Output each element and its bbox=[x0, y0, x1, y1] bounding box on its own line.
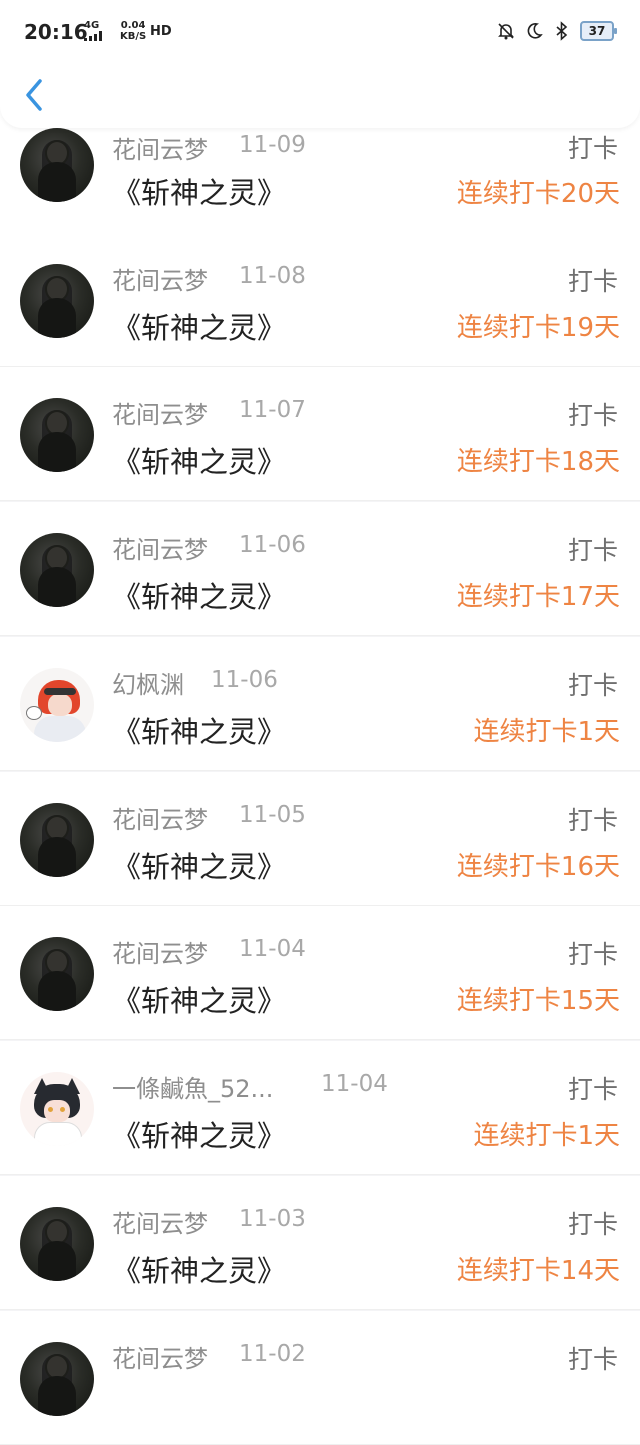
user-name[interactable]: 花间云梦 bbox=[112, 1339, 208, 1374]
speed-unit: KB/S bbox=[120, 31, 147, 42]
avatar[interactable] bbox=[20, 1342, 94, 1416]
book-title[interactable]: 《斩神之灵》 bbox=[112, 1113, 286, 1155]
streak-text: 连续打卡16天 bbox=[456, 852, 620, 882]
streak-text: 连续打卡1天 bbox=[473, 1121, 620, 1151]
post-date: 11-07 bbox=[239, 397, 306, 423]
user-name[interactable]: 花间云梦 bbox=[112, 261, 208, 296]
post-date: 11-04 bbox=[321, 1071, 388, 1097]
book-title[interactable]: 《斩神之灵》 bbox=[112, 574, 286, 616]
speed-value: 0.04 bbox=[120, 20, 146, 31]
post-type: 打卡 bbox=[567, 1210, 618, 1239]
post-date: 11-03 bbox=[239, 1206, 306, 1232]
post-type: 打卡 bbox=[567, 536, 618, 565]
book-title[interactable]: 《斩神之灵》 bbox=[112, 978, 286, 1020]
hd-indicator: HD bbox=[150, 24, 172, 39]
user-name[interactable]: 花间云梦 bbox=[112, 934, 208, 969]
book-title[interactable]: 《斩神之灵》 bbox=[112, 844, 286, 886]
post-type: 打卡 bbox=[567, 671, 618, 700]
streak-text: 连续打卡15天 bbox=[456, 986, 620, 1016]
streak-text: 连续打卡17天 bbox=[456, 582, 620, 612]
post-type: 打卡 bbox=[567, 1345, 618, 1374]
list-item[interactable]: 花间云梦 11-06 打卡 《斩神之灵》 连续打卡17天 bbox=[0, 502, 640, 636]
post-date: 11-02 bbox=[239, 1341, 306, 1367]
book-title[interactable]: 《斩神之灵》 bbox=[112, 709, 286, 751]
list-item[interactable]: 花间云梦 11-03 打卡 《斩神之灵》 连续打卡14天 bbox=[0, 1176, 640, 1310]
list-item[interactable]: 花间云梦 11-02 打卡 bbox=[0, 1311, 640, 1445]
post-type: 打卡 bbox=[567, 134, 618, 163]
post-date: 11-08 bbox=[239, 263, 306, 289]
post-date: 11-06 bbox=[211, 667, 278, 693]
user-name[interactable]: 花间云梦 bbox=[112, 1204, 208, 1239]
avatar[interactable] bbox=[20, 1207, 94, 1281]
post-type: 打卡 bbox=[567, 267, 618, 296]
avatar[interactable] bbox=[20, 533, 94, 607]
list-item[interactable]: 花间云梦 11-04 打卡 《斩神之灵》 连续打卡15天 bbox=[0, 906, 640, 1040]
list-item[interactable]: 幻枫渊 11-06 打卡 《斩神之灵》 连续打卡1天 bbox=[0, 637, 640, 771]
mute-bell-icon bbox=[498, 23, 514, 40]
chevron-left-icon bbox=[26, 79, 42, 111]
checkin-list: 花间云梦 11-09 打卡 《斩神之灵》 连续打卡20天 花间云梦 11-08 … bbox=[0, 0, 640, 1445]
list-item[interactable]: 花间云梦 11-07 打卡 《斩神之灵》 连续打卡18天 bbox=[0, 367, 640, 501]
battery-icon: 37 bbox=[580, 21, 617, 41]
post-date: 11-06 bbox=[239, 532, 306, 558]
streak-text: 连续打卡18天 bbox=[456, 447, 620, 477]
book-title[interactable]: 《斩神之灵》 bbox=[112, 1248, 286, 1290]
avatar[interactable] bbox=[20, 803, 94, 877]
avatar[interactable] bbox=[20, 128, 94, 202]
book-title[interactable]: 《斩神之灵》 bbox=[112, 170, 286, 212]
list-item[interactable]: 花间云梦 11-05 打卡 《斩神之灵》 连续打卡16天 bbox=[0, 772, 640, 906]
post-type: 打卡 bbox=[567, 806, 618, 835]
moon-icon bbox=[527, 23, 543, 39]
list-item[interactable]: 一條鹹魚_52... 11-04 打卡 《斩神之灵》 连续打卡1天 bbox=[0, 1041, 640, 1175]
user-name[interactable]: 花间云梦 bbox=[112, 395, 208, 430]
status-bar: 20:16 4G 0.04 KB/S HD 37 bbox=[0, 0, 640, 62]
avatar[interactable] bbox=[20, 398, 94, 472]
back-button[interactable] bbox=[18, 76, 52, 114]
post-type: 打卡 bbox=[567, 401, 618, 430]
network-speed: 0.04 KB/S bbox=[120, 20, 146, 42]
user-name[interactable]: 花间云梦 bbox=[112, 130, 208, 165]
post-date: 11-09 bbox=[239, 132, 306, 158]
user-name[interactable]: 一條鹹魚_52... bbox=[112, 1069, 273, 1104]
status-time: 20:16 bbox=[24, 20, 88, 44]
user-name[interactable]: 花间云梦 bbox=[112, 530, 208, 565]
streak-text: 连续打卡14天 bbox=[456, 1256, 620, 1286]
bluetooth-icon bbox=[556, 21, 568, 41]
post-type: 打卡 bbox=[567, 1075, 618, 1104]
user-name[interactable]: 幻枫渊 bbox=[112, 665, 184, 700]
avatar[interactable] bbox=[20, 264, 94, 338]
network-indicator: 4G bbox=[84, 20, 104, 41]
post-date: 11-04 bbox=[239, 936, 306, 962]
network-type: 4G bbox=[84, 20, 100, 31]
streak-text: 连续打卡1天 bbox=[473, 717, 620, 747]
post-date: 11-05 bbox=[239, 802, 306, 828]
user-name[interactable]: 花间云梦 bbox=[112, 800, 208, 835]
list-item[interactable]: 花间云梦 11-08 打卡 《斩神之灵》 连续打卡19天 bbox=[0, 233, 640, 367]
status-icons: 37 bbox=[496, 21, 617, 41]
avatar[interactable] bbox=[20, 937, 94, 1011]
streak-text: 连续打卡20天 bbox=[456, 179, 620, 209]
avatar[interactable] bbox=[20, 1072, 94, 1146]
signal-icon bbox=[84, 31, 102, 41]
streak-text: 连续打卡19天 bbox=[456, 313, 620, 343]
avatar[interactable] bbox=[20, 668, 94, 742]
book-title[interactable]: 《斩神之灵》 bbox=[112, 439, 286, 481]
post-type: 打卡 bbox=[567, 940, 618, 969]
book-title[interactable]: 《斩神之灵》 bbox=[112, 305, 286, 347]
top-header bbox=[0, 62, 640, 128]
